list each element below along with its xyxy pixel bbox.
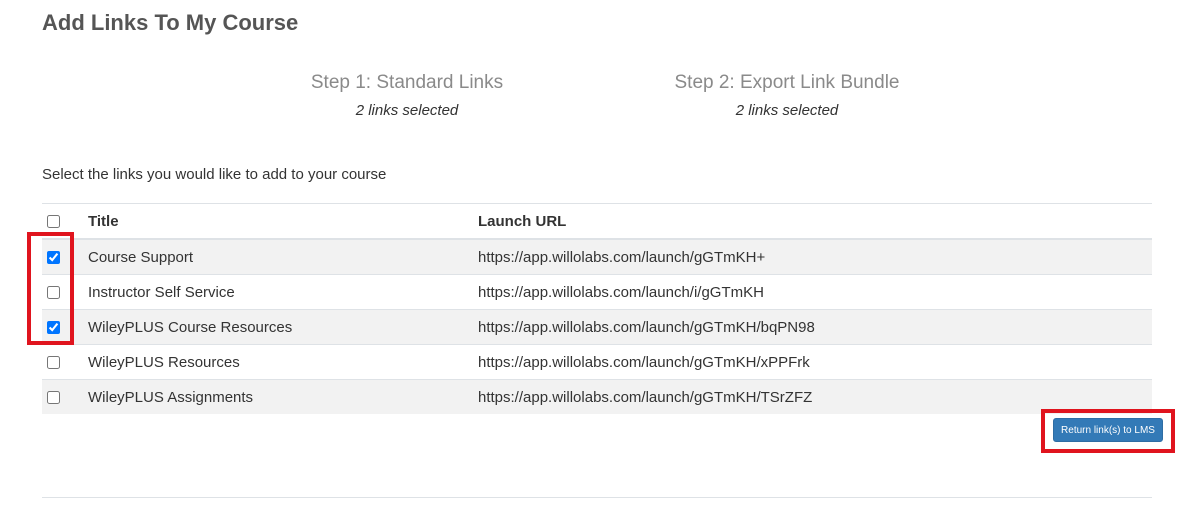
table-row: Course Support https://app.willolabs.com… bbox=[42, 238, 1152, 275]
launch-url: https://app.willolabs.com/launch/gGTmKH/… bbox=[478, 379, 1152, 414]
row-checkbox[interactable] bbox=[47, 321, 60, 335]
table-row: WileyPLUS Resources https://app.willolab… bbox=[42, 344, 1152, 380]
step-selected-count: 2 links selected bbox=[355, 102, 459, 119]
launch-url: https://app.willolabs.com/launch/gGTmKH/… bbox=[478, 344, 1152, 380]
link-title: Instructor Self Service bbox=[88, 274, 478, 310]
table-row: WileyPLUS Assignments https://app.willol… bbox=[42, 379, 1152, 414]
link-title: WileyPLUS Resources bbox=[88, 344, 478, 380]
launch-url: https://app.willolabs.com/launch/gGTmKH+ bbox=[478, 238, 1152, 275]
row-checkbox-cell bbox=[42, 274, 88, 310]
row-checkbox[interactable] bbox=[47, 251, 60, 265]
launch-url: https://app.willolabs.com/launch/gGTmKH/… bbox=[478, 309, 1152, 345]
return-links-to-lms-button[interactable]: Return link(s) to LMS bbox=[1053, 418, 1163, 442]
link-title: WileyPLUS Course Resources bbox=[88, 309, 478, 345]
row-checkbox[interactable] bbox=[47, 356, 60, 370]
table-row: Instructor Self Service https://app.will… bbox=[42, 274, 1152, 310]
row-checkbox-cell bbox=[42, 309, 88, 345]
table-header-row: Title Launch URL bbox=[42, 203, 1152, 240]
launch-url: https://app.willolabs.com/launch/i/gGTmK… bbox=[478, 274, 1152, 310]
step-standard-links: Step 1: Standard Links 2 links selected bbox=[257, 70, 557, 119]
select-all-cell bbox=[42, 203, 88, 240]
launch-url-column-header: Launch URL bbox=[478, 203, 1152, 240]
step-export-link-bundle: Step 2: Export Link Bundle 2 links selec… bbox=[637, 70, 937, 119]
table-row: WileyPLUS Course Resources https://app.w… bbox=[42, 309, 1152, 345]
divider bbox=[42, 497, 1152, 498]
select-all-checkbox[interactable] bbox=[47, 215, 60, 229]
step-label: Step 2: Export Link Bundle bbox=[674, 72, 900, 93]
row-checkbox-cell bbox=[42, 379, 88, 414]
row-checkbox[interactable] bbox=[47, 391, 60, 405]
link-title: Course Support bbox=[88, 238, 478, 275]
instructions-text: Select the links you would like to add t… bbox=[42, 166, 387, 183]
links-table-body: Course Support https://app.willolabs.com… bbox=[42, 238, 1152, 414]
row-checkbox-cell bbox=[42, 344, 88, 380]
step-selected-count: 2 links selected bbox=[735, 102, 839, 119]
links-table: Title Launch URL Course Support https://… bbox=[42, 203, 1152, 414]
row-checkbox-cell bbox=[42, 238, 88, 275]
row-checkbox[interactable] bbox=[47, 286, 60, 300]
page: Add Links To My Course Step 1: Standard … bbox=[0, 0, 1194, 508]
link-title: WileyPLUS Assignments bbox=[88, 379, 478, 414]
title-column-header: Title bbox=[88, 203, 478, 240]
page-title: Add Links To My Course bbox=[42, 10, 299, 35]
step-label: Step 1: Standard Links bbox=[310, 72, 504, 93]
